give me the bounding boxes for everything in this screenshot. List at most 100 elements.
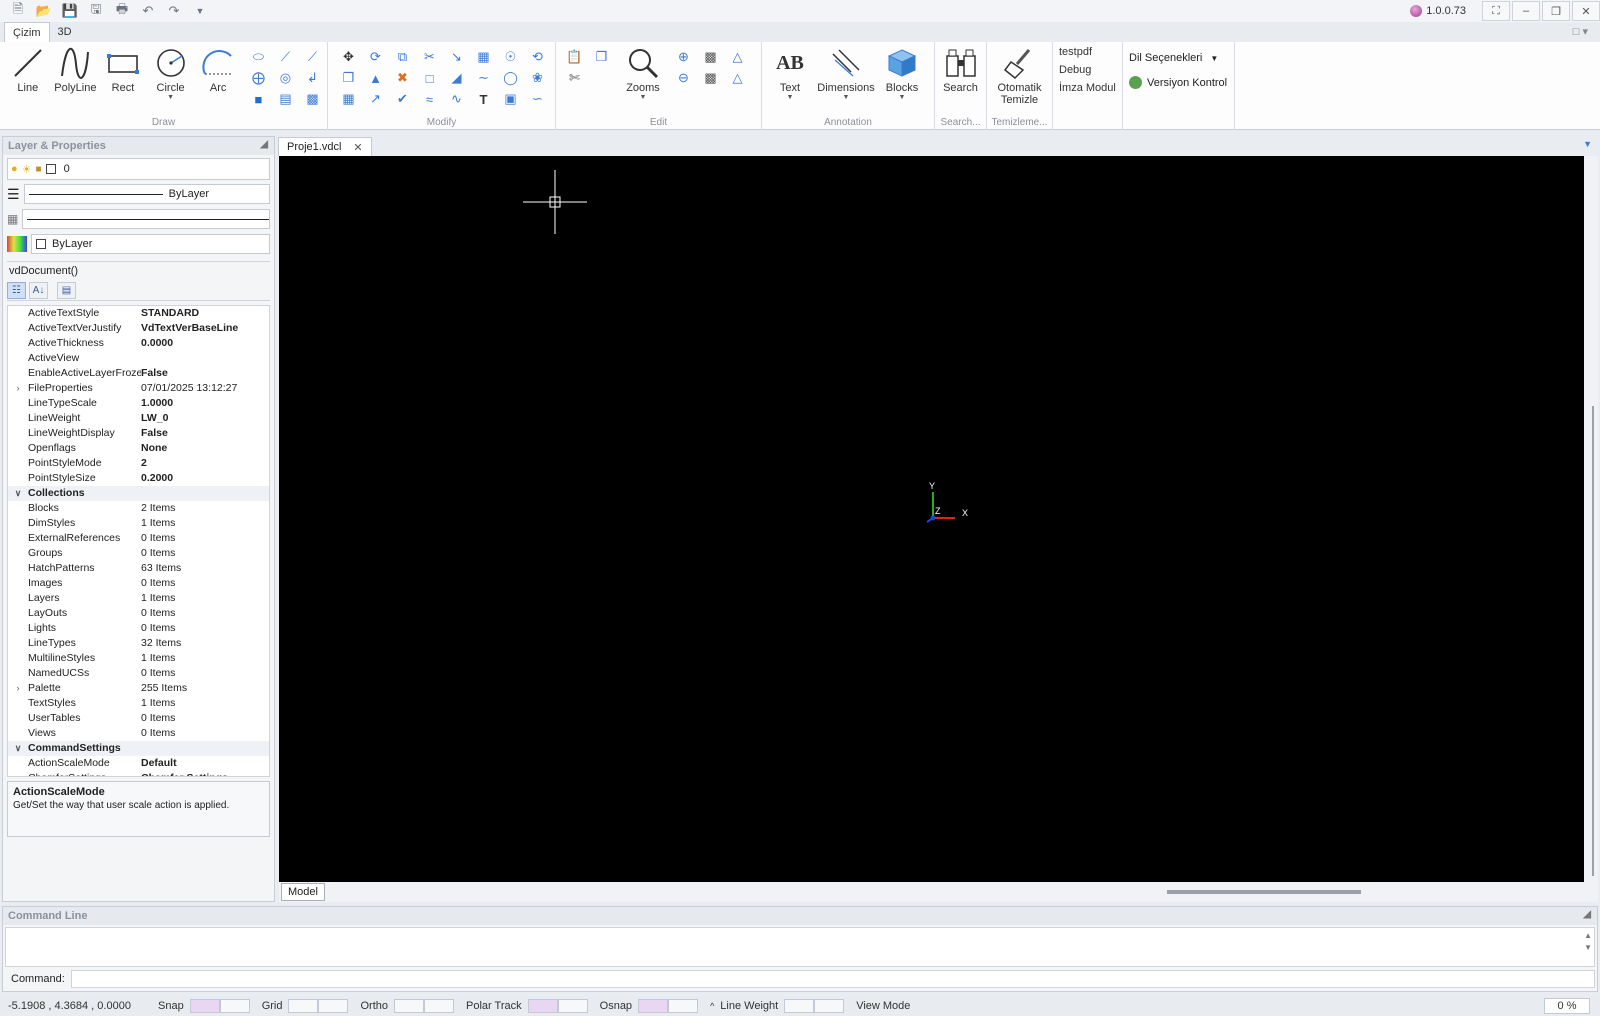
customize-dropdown-icon[interactable]: ▼ [188,1,212,21]
point-icon[interactable]: ⨁ [248,69,269,87]
copy-clip-icon[interactable]: ❐ [591,48,612,66]
property-value[interactable]: 0.2000 [141,471,269,486]
document-tab[interactable]: Proje1.vdcl ✕ [278,137,372,156]
property-value[interactable]: 1 Items [141,651,269,666]
property-row[interactable]: Views 0 Items [8,726,269,741]
text-dropdown-icon[interactable]: ▼ [787,94,794,102]
imza-modul-link[interactable]: İmza Modul [1059,82,1116,94]
property-row[interactable]: LineWeightDisplay False [8,426,269,441]
restore-button[interactable]: ❐ [1542,1,1570,21]
property-row[interactable]: ›ChamferSettingsChamfer Settings [8,771,269,776]
ellipse-icon[interactable]: ⬭ [248,48,269,66]
property-value[interactable]: 1 Items [141,591,269,606]
property-row[interactable]: PointStyleSize 0.2000 [8,471,269,486]
property-value[interactable]: 0 Items [141,576,269,591]
tab-3d[interactable]: 3D [50,22,80,42]
copy-icon[interactable]: ❐ [338,69,359,87]
property-row[interactable]: Openflags None [8,441,269,456]
circle-button[interactable]: Circle ▼ [148,46,194,102]
property-row[interactable]: HatchPatterns 63 Items [8,561,269,576]
vertical-scroll-thumb[interactable] [1592,406,1594,876]
circle-dropdown-icon[interactable]: ▼ [167,94,174,102]
property-row[interactable]: ExternalReferences 0 Items [8,531,269,546]
zoom-out-icon[interactable]: ⊖ [673,69,694,87]
property-value[interactable]: Chamfer Settings [141,771,269,776]
language-dropdown[interactable]: Dil Seçenekleri ▼ [1123,42,1234,68]
polar-array-icon[interactable]: ☉ [500,48,521,66]
property-pages-icon[interactable]: ▤ [57,282,76,299]
property-value[interactable]: 07/01/2025 13:12:27 [141,381,269,396]
property-value[interactable] [141,351,269,366]
debug-link[interactable]: Debug [1059,64,1116,76]
grid-toggle[interactable]: Grid [262,999,349,1013]
trim-icon[interactable]: ✂ [419,48,440,66]
snap-toggle[interactable]: Snap [158,999,250,1013]
property-value[interactable]: 0 Items [141,726,269,741]
close-icon[interactable]: ✕ [353,141,362,154]
property-value[interactable]: 0.0000 [141,336,269,351]
line-button[interactable]: Line [5,46,51,94]
align-icon[interactable]: ↗ [365,90,386,108]
pin-icon[interactable]: ◢ [260,139,268,150]
wipeout-icon[interactable]: ▤ [275,90,296,108]
horizontal-scroll-thumb[interactable] [1167,890,1361,894]
property-row[interactable]: TextStyles 1 Items [8,696,269,711]
open-icon[interactable]: 📂 [32,1,56,21]
property-row[interactable]: EnableActiveLayerFroze False [8,366,269,381]
property-row[interactable]: LineTypes 32 Items [8,636,269,651]
property-value[interactable]: 0 Items [141,531,269,546]
drawing-canvas[interactable]: Y X Z [279,156,1584,882]
property-value[interactable]: 0 Items [141,666,269,681]
vertical-scrollbar[interactable] [1584,156,1598,882]
break-icon[interactable]: ∼ [473,69,494,87]
regen-icon[interactable]: ▩ [700,48,721,66]
property-row[interactable]: Images 0 Items [8,576,269,591]
property-value[interactable]: VdTextVerBaseLine [141,321,269,336]
property-value[interactable]: 63 Items [141,561,269,576]
command-history[interactable]: ▲ ▼ [5,927,1595,967]
rotate3d-icon[interactable]: ⟲ [527,48,548,66]
osnap-settings-caret-icon[interactable]: ^ [710,1001,714,1011]
property-value[interactable]: 32 Items [141,636,269,651]
extend-icon[interactable]: ↘ [446,48,467,66]
close-button[interactable]: ✕ [1572,1,1600,21]
property-value[interactable]: STANDARD [141,306,269,321]
lengthen-icon[interactable]: ∽ [527,90,548,108]
expand-icon[interactable]: ∨ [8,486,28,501]
rect-button[interactable]: Rect [100,46,146,94]
expand-icon[interactable]: ∨ [8,741,28,756]
categorized-icon[interactable]: ☷ [7,282,26,299]
property-category[interactable]: ∨ Collections [8,486,269,501]
array-icon[interactable]: ▦ [473,48,494,66]
osnap-toggle[interactable]: Osnap [600,999,699,1013]
property-grid[interactable]: ActiveTextStyle STANDARD ActiveTextVerJust… [7,305,270,777]
polyline-button[interactable]: PolyLine [53,46,99,94]
blocks-button[interactable]: Blocks ▼ [879,46,925,102]
color-selector[interactable]: ByLayer [31,234,270,254]
zooms-dropdown-icon[interactable]: ▼ [640,94,647,102]
property-value[interactable]: False [141,366,269,381]
text-button[interactable]: AB Text ▼ [767,46,813,102]
property-row[interactable]: LineTypeScale 1.0000 [8,396,269,411]
render-icon[interactable]: ▩ [700,69,721,87]
leader-icon[interactable]: ↲ [302,69,323,87]
xline-icon[interactable]: ⟋ [275,48,296,66]
property-row[interactable]: MultilineStyles 1 Items [8,651,269,666]
layer-selector[interactable]: ● ☀ ■ 0 [7,158,270,180]
donut-icon[interactable]: ◎ [275,69,296,87]
ray-icon[interactable]: ⟋ [302,48,323,66]
ucs-icon[interactable]: △ [727,48,748,66]
search-button[interactable]: Search [940,46,981,94]
property-value[interactable]: Default [141,756,269,771]
blocks-dropdown-icon[interactable]: ▼ [899,94,906,102]
property-row[interactable]: › FileProperties 07/01/2025 13:12:27 [8,381,269,396]
property-row[interactable]: ActiveView [8,351,269,366]
undo-icon[interactable]: ↶ [136,1,160,21]
cut-icon[interactable]: ✄ [564,69,585,87]
save-as-icon[interactable]: 🖫 [84,1,108,21]
ribbon-minimize-icon[interactable]: □ ▾ [1573,25,1588,38]
property-value[interactable]: None [141,441,269,456]
property-value[interactable]: 1.0000 [141,396,269,411]
property-value[interactable]: 0 Items [141,711,269,726]
tab-list-dropdown-icon[interactable]: ▼ [1583,139,1592,149]
